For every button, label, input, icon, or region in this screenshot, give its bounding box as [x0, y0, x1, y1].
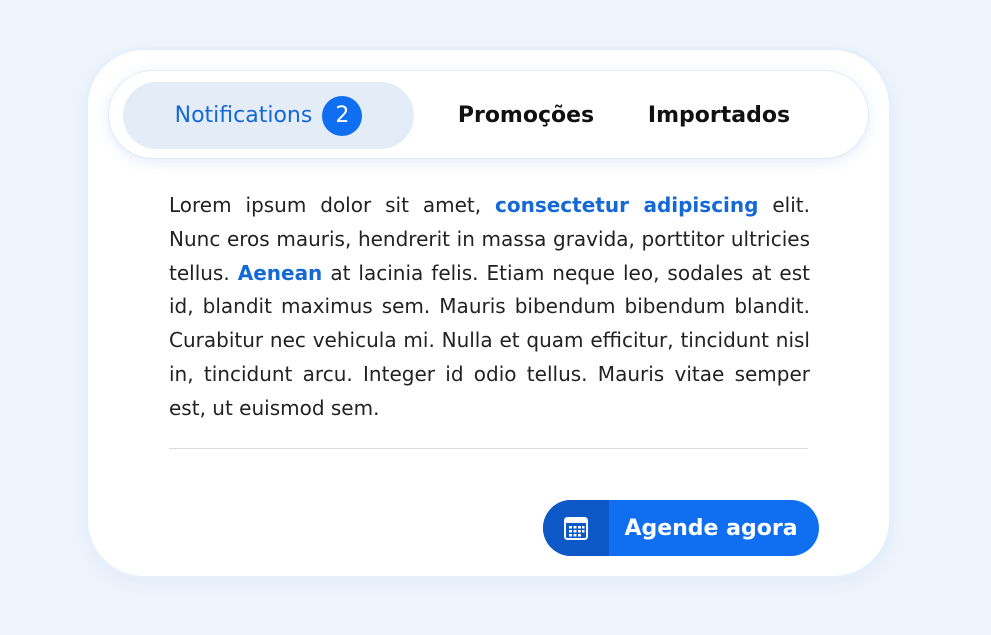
consectetur-link[interactable]: consectetur adipiscing: [495, 193, 758, 217]
tab-notifications[interactable]: Notifications 2: [123, 82, 414, 149]
tab-promocoes[interactable]: Promoções: [447, 82, 605, 149]
calendar-icon: [564, 517, 588, 540]
notification-card: Notifications 2 Promoções Importados Lor…: [88, 50, 889, 576]
schedule-button-label: Agende agora: [624, 515, 798, 541]
tab-notifications-label: Notifications: [174, 103, 313, 128]
paragraph-text: Lorem ipsum dolor sit amet,: [169, 193, 495, 217]
tab-promocoes-label: Promoções: [457, 103, 595, 128]
tab-bar: Notifications 2 Promoções Importados: [109, 71, 868, 158]
schedule-button[interactable]: Agende agora: [543, 500, 819, 556]
schedule-button-icon-area: [543, 500, 609, 556]
aenean-link[interactable]: Aenean: [238, 261, 323, 285]
content-paragraph: Lorem ipsum dolor sit amet, consectetur …: [169, 189, 810, 426]
divider: [169, 448, 808, 449]
tab-importados[interactable]: Importados: [635, 82, 803, 149]
tab-importados-label: Importados: [647, 103, 791, 128]
notification-count-badge: 2: [322, 95, 363, 136]
